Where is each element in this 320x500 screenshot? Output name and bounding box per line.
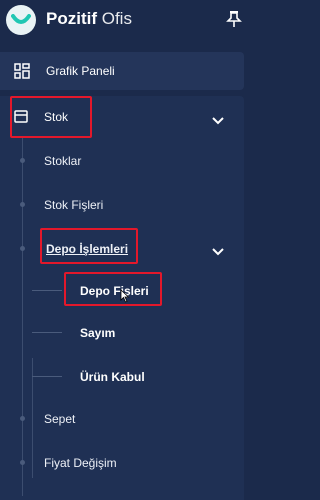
sidebar-item-label: Grafik Paneli bbox=[46, 64, 115, 78]
sidebar-header: Pozitif Ofis bbox=[0, 0, 252, 44]
tree-dot bbox=[20, 158, 25, 163]
tree-dot bbox=[20, 416, 25, 421]
tree-connector bbox=[32, 290, 62, 291]
tree-connector bbox=[32, 332, 62, 333]
highlight-box bbox=[10, 96, 92, 138]
dashboard-grid-icon bbox=[14, 63, 30, 84]
pin-icon[interactable] bbox=[226, 10, 242, 28]
sidebar-item-fiyat-degisim[interactable]: Fiyat Değişim bbox=[44, 456, 117, 470]
brand-name[interactable]: Pozitif Ofis bbox=[46, 9, 132, 29]
tree-dot bbox=[20, 460, 25, 465]
sidebar-item-stok-fisleri[interactable]: Stok Fişleri bbox=[44, 198, 103, 212]
sidebar-item-sayim[interactable]: Sayım bbox=[80, 326, 115, 340]
chevron-down-icon[interactable] bbox=[212, 112, 224, 130]
sidebar-item-urun-kabul[interactable]: Ürün Kabul bbox=[80, 370, 145, 384]
highlight-box bbox=[40, 228, 138, 264]
tree-dot bbox=[20, 202, 25, 207]
sidebar-item-grafik-paneli[interactable]: Grafik Paneli bbox=[0, 52, 244, 90]
chevron-down-icon[interactable] bbox=[212, 243, 224, 261]
tree-line bbox=[22, 138, 23, 496]
sidebar-item-stoklar[interactable]: Stoklar bbox=[44, 154, 81, 168]
tree-dot bbox=[20, 246, 25, 251]
sidebar-item-sepet[interactable]: Sepet bbox=[44, 412, 75, 426]
tree-connector bbox=[32, 376, 62, 377]
highlight-box bbox=[64, 272, 162, 306]
smile-logo-icon[interactable] bbox=[6, 5, 36, 35]
